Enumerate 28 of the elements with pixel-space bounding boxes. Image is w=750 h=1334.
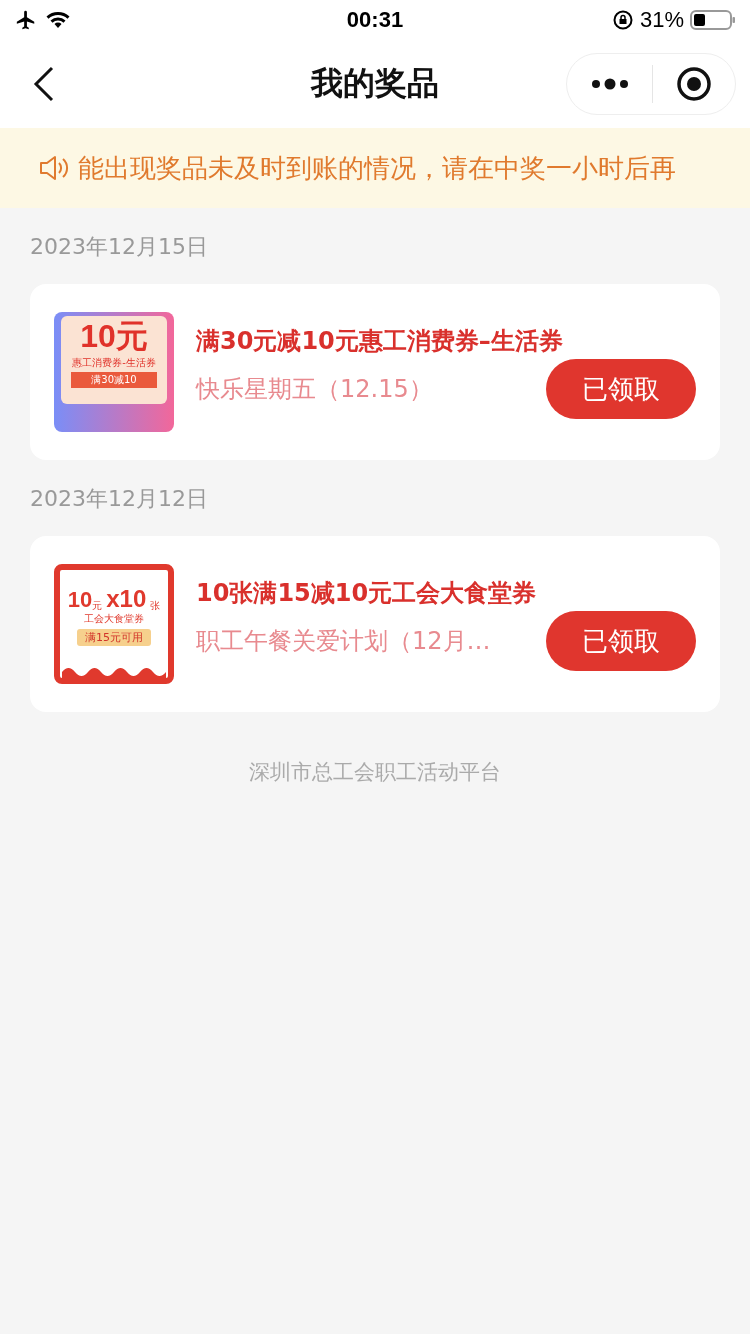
prize-subtitle: 职工午餐关爱计划（12月… (196, 626, 491, 657)
date-heading: 2023年12月12日 (29, 485, 209, 513)
prize-title: 10张满15减10元工会大食堂券 (196, 578, 538, 609)
speaker-icon (38, 154, 70, 182)
back-icon[interactable] (33, 66, 55, 102)
ticket-count: x10 (106, 586, 147, 612)
notice-text: 能出现奖品未及时到账的情况，请在中奖一小时后再 (78, 151, 676, 185)
claimed-button[interactable]: 已领取 (546, 359, 696, 419)
voucher-name: 惠工消费券-生活券 (72, 356, 156, 370)
voucher-amount: 10元 (80, 317, 148, 356)
ticket-amount: 10 (67, 588, 93, 612)
wave-edge-icon (62, 666, 166, 678)
rotation-lock-icon (611, 9, 634, 31)
footer-text: 深圳市总工会职工活动平台 (248, 759, 502, 786)
ticket-count-unit: 张 (150, 600, 161, 612)
page-title: 我的奖品 (311, 63, 439, 104)
claimed-button[interactable]: 已领取 (546, 611, 696, 671)
status-time: 00:31 (346, 7, 404, 33)
wifi-icon (44, 10, 72, 30)
prize-subtitle: 快乐星期五（12.15） (196, 374, 433, 405)
close-icon[interactable] (675, 66, 712, 102)
date-heading: 2023年12月15日 (29, 233, 209, 261)
ticket-name: 工会大食堂券 (84, 612, 144, 625)
battery-percent: 31% (639, 7, 684, 33)
ticket-unit: 元 (92, 600, 103, 612)
battery-icon (690, 9, 736, 31)
more-icon[interactable] (590, 77, 631, 91)
prize-title: 满30元减10元惠工消费券–生活券 (196, 326, 564, 357)
